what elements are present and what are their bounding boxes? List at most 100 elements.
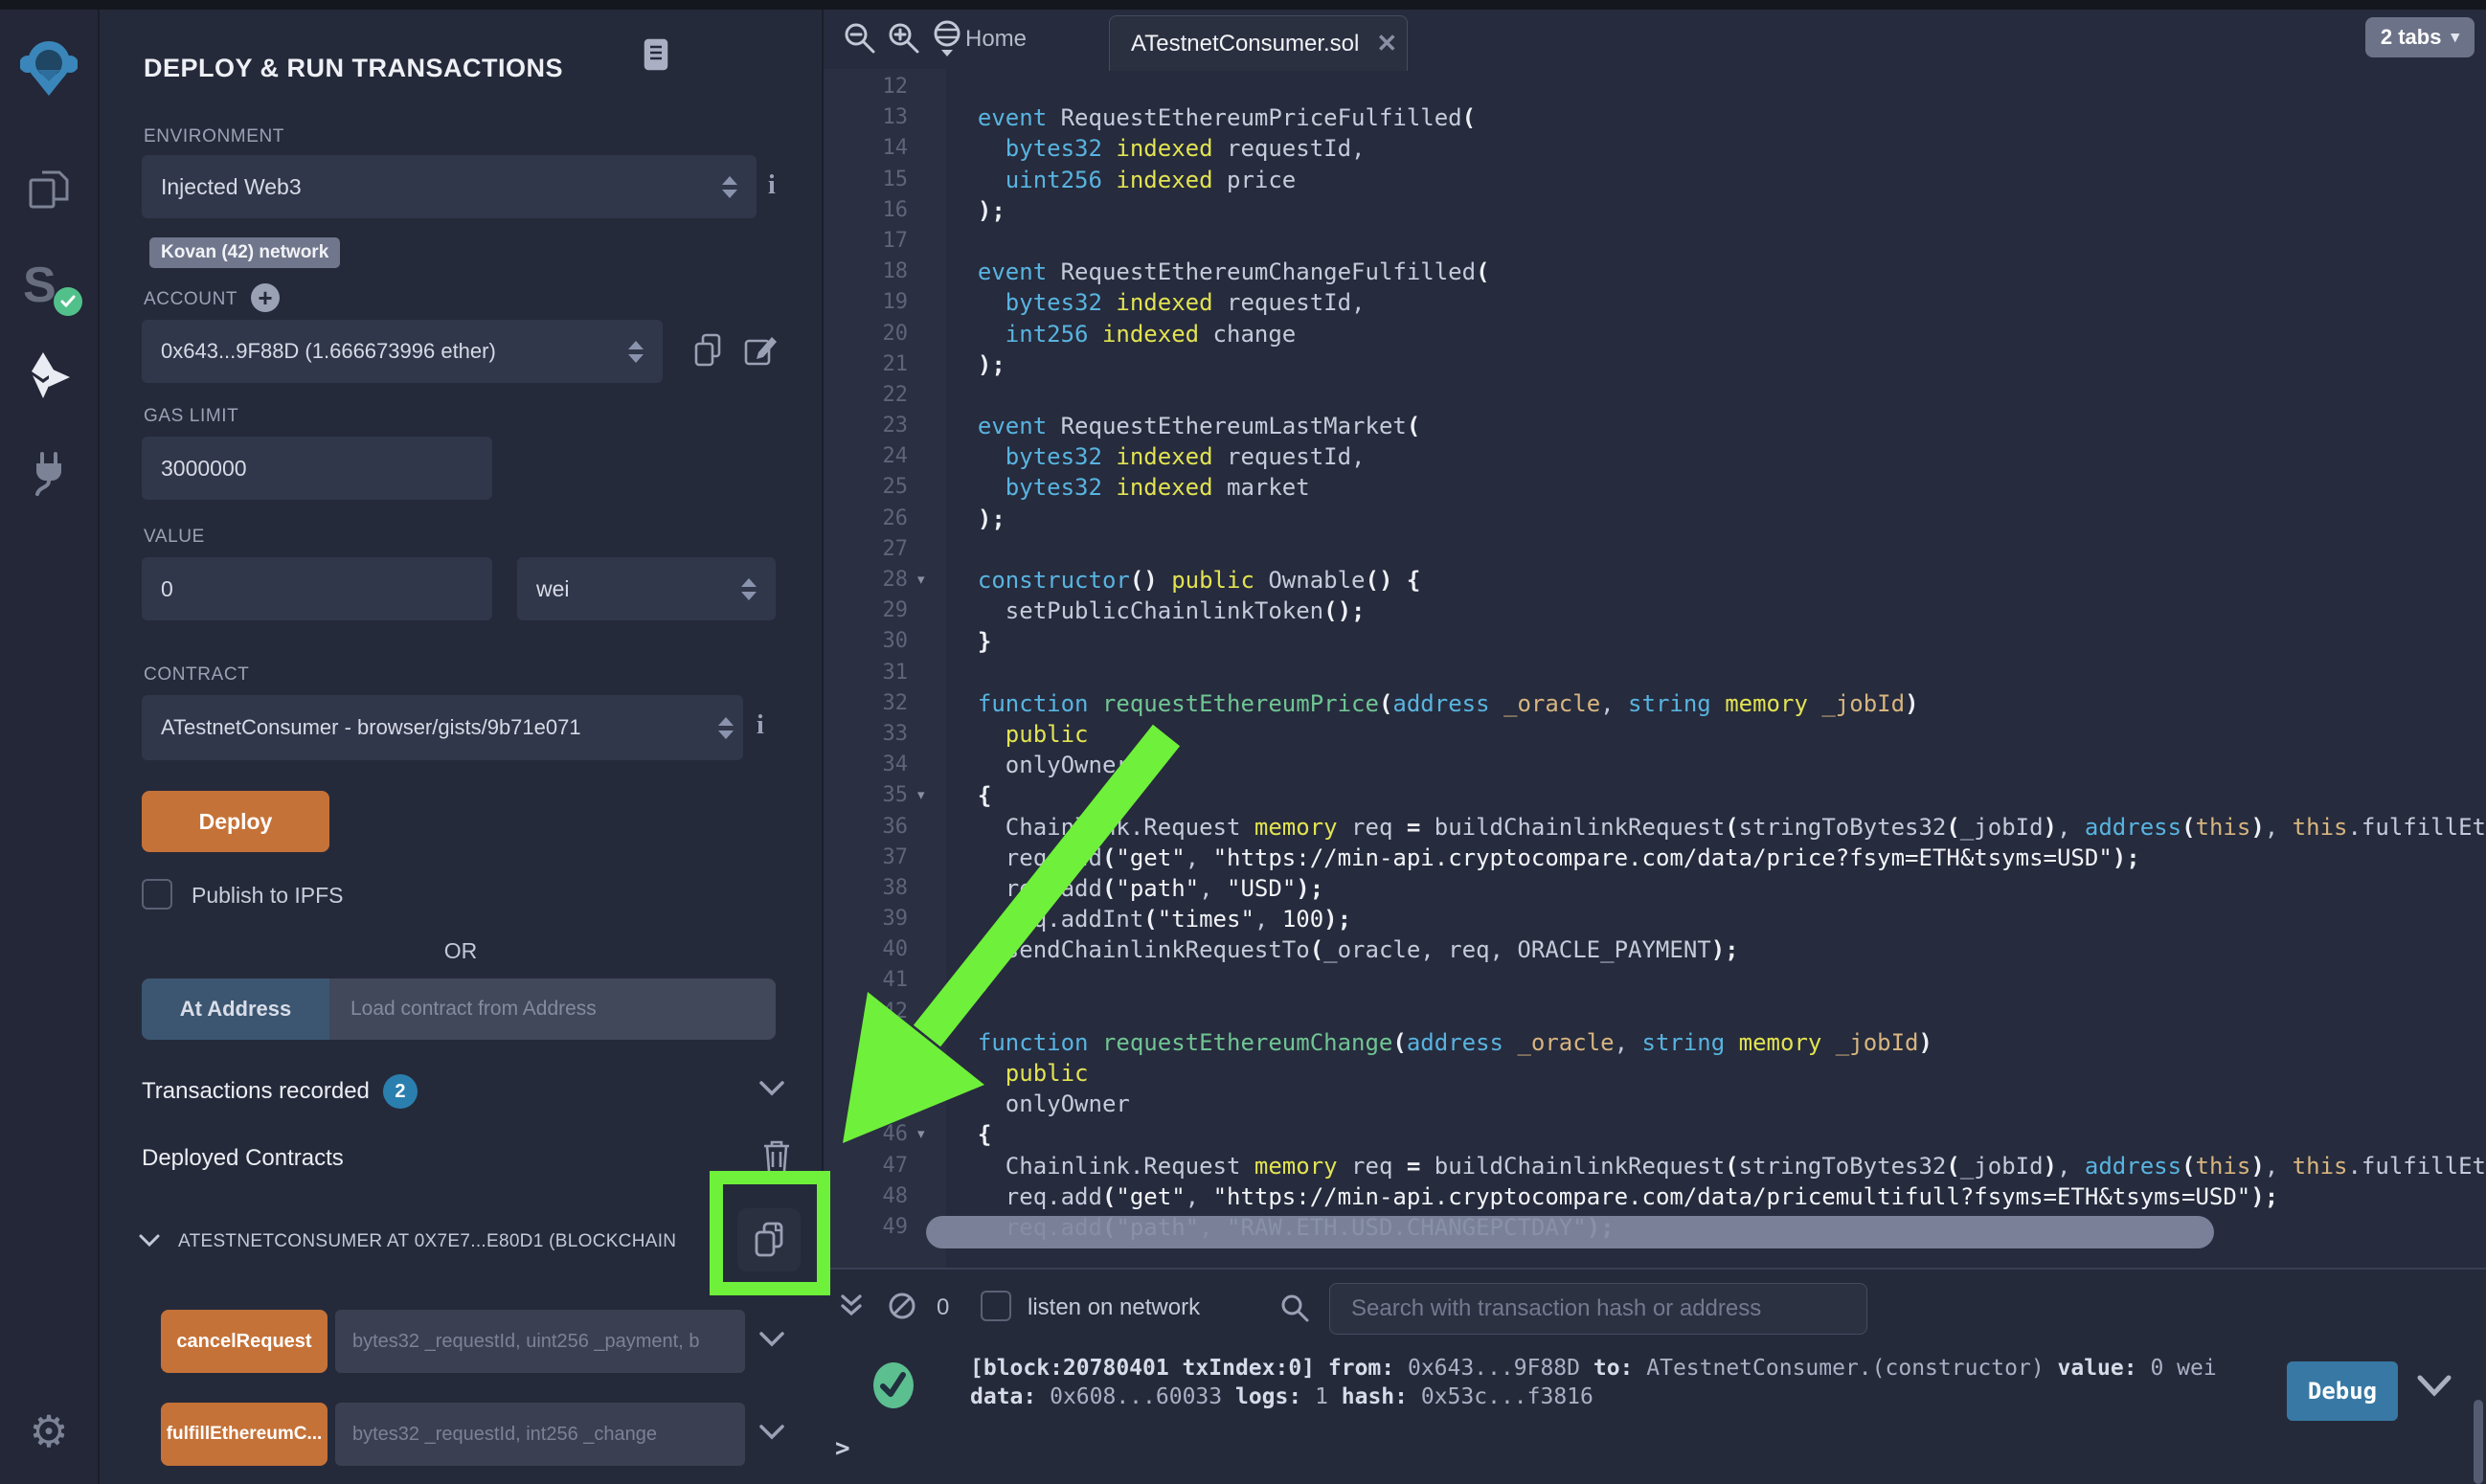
cancel-request-button[interactable]: cancelRequest (161, 1310, 328, 1373)
value-unit-select[interactable]: wei (517, 557, 776, 620)
tabs-dropdown-button[interactable]: 2 tabs ▾ (2365, 17, 2475, 57)
code-line[interactable]: 17 (824, 226, 2486, 257)
code-line[interactable]: 45 onlyOwner (824, 1089, 2486, 1119)
or-separator: OR (100, 938, 822, 964)
listen-network-checkbox[interactable] (981, 1291, 1011, 1321)
code-line[interactable]: 16 ); (824, 195, 2486, 226)
solidity-compiler-icon[interactable]: S (0, 257, 98, 314)
terminal-scrollbar[interactable] (2474, 1400, 2483, 1484)
contract-value: ATestnetConsumer - browser/gists/9b71e07… (161, 715, 711, 740)
compile-success-badge (54, 287, 82, 316)
environment-info-icon[interactable]: i (768, 170, 776, 201)
code-editor: Home ATestnetConsumer.sol ✕ 2 tabs ▾ 121… (822, 10, 2486, 1268)
code-line[interactable]: 24 bytes32 indexed requestId, (824, 441, 2486, 472)
doc-icon[interactable] (644, 38, 668, 71)
terminal-log-line[interactable]: [block:20780401 txIndex:0] from: 0x643..… (970, 1354, 2217, 1383)
fold-marker-icon[interactable]: ▾ (917, 780, 940, 811)
terminal-log-lines[interactable]: [block:20780401 txIndex:0] from: 0x643..… (970, 1354, 2217, 1411)
code-line[interactable]: 36 Chainlink.Request memory req = buildC… (824, 812, 2486, 843)
contract-select[interactable]: ATestnetConsumer - browser/gists/9b71e07… (142, 695, 743, 760)
deploy-run-icon[interactable] (0, 350, 98, 404)
plugin-manager-icon[interactable] (0, 448, 98, 498)
code-line[interactable]: 37 req.add("get", "https://min-api.crypt… (824, 843, 2486, 873)
deployed-contract-title[interactable]: ATESTNETCONSUMER AT 0X7E7...E80D1 (BLOCK… (178, 1231, 734, 1252)
code-line[interactable]: 21 ); (824, 349, 2486, 380)
fulfill-ethereum-change-button[interactable]: fulfillEthereumC... (161, 1403, 328, 1466)
at-address-input[interactable] (329, 978, 776, 1040)
code-line[interactable]: 30 } (824, 626, 2486, 657)
terminal-prompt[interactable]: > (835, 1434, 850, 1463)
code-line[interactable]: 29 setPublicChainlinkToken(); (824, 596, 2486, 626)
code-line[interactable]: 32 function requestEthereumPrice(address… (824, 688, 2486, 719)
at-address-button[interactable]: At Address (142, 978, 329, 1040)
code-line[interactable]: 28▾ constructor() public Ownable() { (824, 565, 2486, 596)
horizontal-scrollbar[interactable] (926, 1216, 2214, 1248)
code-line[interactable]: 14 bytes32 indexed requestId, (824, 133, 2486, 164)
clear-console-ban-icon[interactable] (887, 1291, 917, 1321)
code-lines[interactable]: 1213 event RequestEthereumPriceFulfilled… (824, 72, 2486, 1243)
transactions-chevron-down-icon[interactable] (758, 1080, 785, 1097)
code-line[interactable]: 19 bytes32 indexed requestId, (824, 287, 2486, 318)
code-line[interactable]: 31 (824, 658, 2486, 688)
cancel-request-params-input[interactable] (335, 1310, 745, 1373)
contract-info-icon[interactable]: i (757, 710, 764, 741)
tab-atestnetconsumer[interactable]: ATestnetConsumer.sol ✕ (1109, 15, 1408, 71)
code-line[interactable]: 20 int256 indexed change (824, 319, 2486, 349)
code-line[interactable]: 15 uint256 indexed price (824, 165, 2486, 195)
code-line[interactable]: 12 (824, 72, 2486, 102)
code-line[interactable]: 43 function requestEthereumChange(addres… (824, 1027, 2486, 1058)
deploy-button[interactable]: Deploy (142, 791, 329, 852)
fulfill-expand-chevron-icon[interactable] (758, 1424, 785, 1441)
deploy-run-panel: DEPLOY & RUN TRANSACTIONS ENVIRONMENT In… (100, 10, 822, 1484)
clear-deployed-trash-icon[interactable] (760, 1137, 793, 1176)
code-line[interactable]: 26 ); (824, 504, 2486, 534)
code-line[interactable]: 13 event RequestEthereumPriceFulfilled( (824, 102, 2486, 133)
debug-button[interactable]: Debug (2287, 1361, 2398, 1421)
code-line[interactable]: 47 Chainlink.Request memory req = buildC… (824, 1151, 2486, 1181)
code-line[interactable]: 42 (824, 997, 2486, 1027)
tab-close-icon[interactable]: ✕ (1376, 29, 1397, 58)
search-icon (1279, 1293, 1310, 1323)
code-line[interactable]: 38 req.add("path", "USD"); (824, 873, 2486, 904)
code-line[interactable]: 41 } (824, 965, 2486, 996)
tab-home[interactable]: Home (965, 10, 1027, 69)
remix-home-icon[interactable] (931, 19, 963, 59)
code-line[interactable]: 46▾ { (824, 1119, 2486, 1150)
terminal-log-line[interactable]: data: 0x608...60033 logs: 1 hash: 0x53c.… (970, 1383, 2217, 1411)
create-account-icon[interactable]: + (251, 283, 280, 312)
terminal-search-input[interactable] (1329, 1283, 1867, 1335)
file-explorer-icon[interactable] (0, 165, 98, 213)
account-select[interactable]: 0x643...9F88D (1.666673996 ether) (142, 320, 663, 383)
code-line[interactable]: 25 bytes32 indexed market (824, 472, 2486, 503)
fold-marker-icon[interactable]: ▾ (917, 1119, 940, 1150)
code-line[interactable]: 33 public (824, 719, 2486, 750)
zoom-out-icon[interactable] (843, 21, 877, 56)
code-line[interactable]: 27 (824, 534, 2486, 565)
code-line[interactable]: 23 event RequestEthereumLastMarket( (824, 411, 2486, 441)
environment-select[interactable]: Injected Web3 (142, 155, 757, 218)
log-expand-chevron-icon[interactable] (2415, 1373, 2453, 1400)
code-line[interactable]: 48 req.add("get", "https://min-api.crypt… (824, 1181, 2486, 1212)
copy-account-icon[interactable] (691, 331, 724, 370)
code-line[interactable]: 34 onlyOwner (824, 750, 2486, 780)
copy-contract-button[interactable] (737, 1208, 801, 1271)
code-line[interactable]: 39 req.addInt("times", 100); (824, 904, 2486, 934)
transactions-count-badge: 2 (383, 1074, 418, 1109)
code-line[interactable]: 18 event RequestEthereumChangeFulfilled( (824, 257, 2486, 287)
code-line[interactable]: 44 public (824, 1058, 2486, 1089)
gas-limit-input[interactable] (142, 437, 492, 500)
code-line[interactable]: 40 sendChainlinkRequestTo(_oracle, req, … (824, 934, 2486, 965)
contract-expand-chevron-icon[interactable] (138, 1233, 161, 1248)
fold-marker-icon[interactable]: ▾ (917, 565, 940, 596)
code-line[interactable]: 35▾ { (824, 780, 2486, 811)
publish-ipfs-checkbox[interactable] (142, 879, 172, 910)
cancel-request-expand-chevron-icon[interactable] (758, 1331, 785, 1348)
fulfill-ethereum-change-params-input[interactable] (335, 1403, 745, 1466)
tab-home-label: Home (965, 26, 1027, 53)
settings-gear-icon[interactable]: ⚙ (0, 1409, 98, 1453)
code-line[interactable]: 22 (824, 380, 2486, 411)
value-input[interactable] (142, 557, 492, 620)
zoom-in-icon[interactable] (887, 21, 921, 56)
sign-message-icon[interactable] (743, 333, 780, 368)
terminal-collapse-icon[interactable] (839, 1293, 864, 1319)
